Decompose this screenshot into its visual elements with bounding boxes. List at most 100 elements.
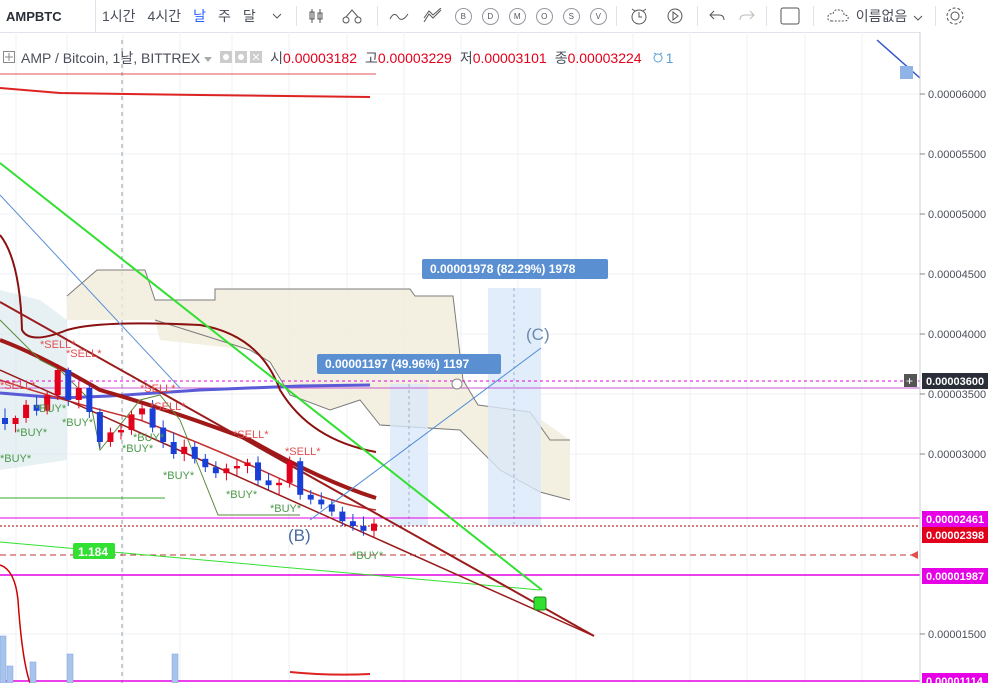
toolbar-divider <box>295 6 297 26</box>
indicator-o-button[interactable]: O <box>535 7 553 25</box>
redo-icon[interactable] <box>732 0 762 32</box>
buy-signal-label: *BUY* <box>352 550 384 562</box>
measure-box-2 <box>488 288 541 526</box>
templates-icon[interactable] <box>416 0 450 32</box>
price-axis-label: 0.00003500 <box>928 389 986 401</box>
candle-body <box>233 466 240 469</box>
buy-signal-label: *BUY* <box>226 489 258 501</box>
sell-signal-label: *SELL* <box>66 348 102 360</box>
sell-signal-label: *SELL* <box>0 380 36 392</box>
low-label: 저 <box>459 50 473 66</box>
legend-toggle-icon[interactable] <box>3 50 15 66</box>
buy-signal-label: *BUY* <box>270 503 302 515</box>
chevron-down-icon <box>913 8 923 24</box>
indicator-d-button[interactable]: D <box>481 7 499 25</box>
volume-bar <box>0 635 7 683</box>
buy-signal-label: *BUY* <box>35 403 67 415</box>
candle-body <box>191 446 198 459</box>
upper-band-line <box>0 87 371 98</box>
buy-signal-label: *BUY* <box>163 470 195 482</box>
price-axis-label: 0.00006000 <box>928 89 986 101</box>
candle-body <box>255 462 262 481</box>
interval-day[interactable]: 날 <box>187 0 212 32</box>
candle-body <box>75 388 82 400</box>
sell-signal-label: *SELL* <box>140 383 176 395</box>
measure-label-text: 0.00001978 (82.29%) 1978 <box>430 262 576 276</box>
candle-body <box>328 504 335 512</box>
bottom-band-line <box>289 671 371 676</box>
gear-icon[interactable] <box>940 0 970 32</box>
volume-bar <box>66 653 74 683</box>
series-title[interactable]: AMP / Bitcoin, 1날, BITTREX <box>21 48 200 68</box>
indicator-v-button[interactable]: V <box>589 7 607 25</box>
toolbar-divider <box>615 6 617 26</box>
chevron-down-icon[interactable] <box>262 0 292 32</box>
alarm-clock-icon[interactable] <box>652 50 664 66</box>
candle-body <box>265 480 272 486</box>
interval-4h[interactable]: 4시간 <box>142 0 188 32</box>
open-value: 0.00003182 <box>283 50 357 66</box>
candle-body <box>139 408 146 415</box>
chevron-down-icon[interactable] <box>204 50 213 66</box>
settings-icon[interactable] <box>235 50 248 66</box>
wave-label-c: (C) <box>526 325 550 344</box>
volume-bar <box>29 661 37 683</box>
candle-body <box>54 370 61 396</box>
price-axis-label: 0.00005500 <box>928 149 986 161</box>
price-axis-label: 0.00001500 <box>928 629 986 641</box>
price-axis-label: 0.00004500 <box>928 269 986 281</box>
indicator-m-button[interactable]: M <box>508 7 526 25</box>
layout-name: 이름없음 <box>855 8 908 24</box>
wave-label-b: (B) <box>288 526 311 545</box>
indicator-s-button[interactable]: S <box>562 7 580 25</box>
price-label-text: 0.00001114 <box>926 676 984 683</box>
close-icon[interactable] <box>250 50 263 66</box>
volume-bar <box>171 653 179 683</box>
candle-body <box>12 418 19 424</box>
high-label: 고 <box>364 50 378 66</box>
layout-menu[interactable]: 이름없음 <box>818 0 932 32</box>
candle-body <box>23 404 30 418</box>
interval-week[interactable]: 주 <box>212 0 237 32</box>
price-pointer-icon <box>910 551 918 559</box>
price-label-text: 0.00001987 <box>926 571 984 583</box>
high-value: 0.00003229 <box>377 50 452 66</box>
eye-icon[interactable] <box>220 50 233 66</box>
sell-signal-label: *SELL* <box>150 401 186 413</box>
alert-icon[interactable] <box>621 0 657 32</box>
symbol-search[interactable]: AMPBTC <box>0 0 96 32</box>
fullscreen-icon[interactable] <box>771 0 809 32</box>
measure-label-text: 0.00001197 (49.96%) 1197 <box>325 357 469 371</box>
price-chart[interactable]: *SELL**SELL**SELL* *SELL**SELL**SELL**SEL… <box>0 32 991 683</box>
price-axis-label: 0.00003000 <box>928 449 986 461</box>
anchor-point <box>451 378 463 390</box>
close-value: 0.00003224 <box>567 50 642 66</box>
low-value: 0.00003101 <box>472 50 547 66</box>
toolbar-divider <box>812 6 814 26</box>
price-label-text: 0.00002398 <box>926 530 984 542</box>
candle-body <box>128 414 135 430</box>
plus-icon: + <box>906 374 913 388</box>
toolbar-divider <box>765 6 767 26</box>
open-label: 시 <box>270 50 284 66</box>
candles-icon[interactable] <box>301 0 331 32</box>
price-label-text: 0.00002461 <box>926 514 984 526</box>
candle-body <box>276 482 283 486</box>
candle-body <box>339 511 346 522</box>
target-marker <box>533 596 547 611</box>
price-label-text: 0.00003600 <box>926 376 984 388</box>
indicators-icon[interactable] <box>382 0 416 32</box>
candle-body <box>2 418 8 424</box>
candle-body <box>286 461 293 483</box>
interval-month[interactable]: 달 <box>237 0 262 32</box>
candle-body <box>86 388 93 412</box>
toolbar-divider <box>696 6 698 26</box>
candle-body <box>202 458 209 468</box>
indicator-b-button[interactable]: B <box>454 7 472 25</box>
undo-icon[interactable] <box>702 0 732 32</box>
buy-signal-label: *BUY* <box>122 443 154 455</box>
trend-line-topright <box>876 39 921 79</box>
compare-icon[interactable] <box>331 0 373 32</box>
interval-1h[interactable]: 1시간 <box>96 0 142 32</box>
replay-icon[interactable] <box>657 0 693 32</box>
